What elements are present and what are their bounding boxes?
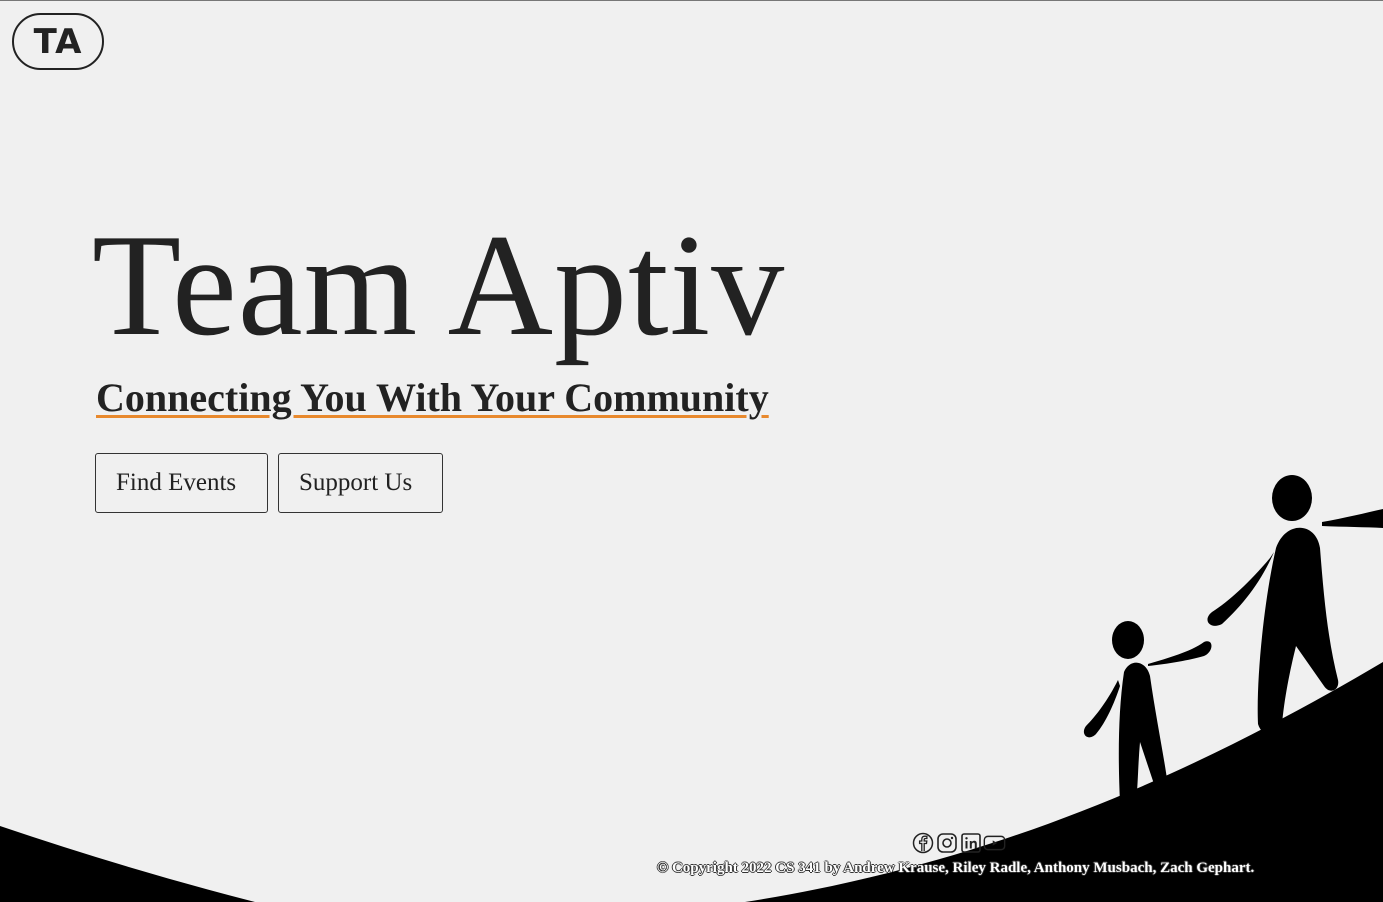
linkedin-icon[interactable] — [959, 831, 982, 854]
facebook-icon[interactable] — [911, 831, 934, 854]
page-title: Team Aptiv — [92, 204, 786, 366]
social-links — [911, 831, 1006, 854]
tagline: Connecting You With Your Community — [96, 375, 769, 420]
logo[interactable]: TA — [12, 13, 104, 70]
top-border — [0, 0, 1383, 1]
find-events-button[interactable]: Find Events — [95, 453, 268, 513]
instagram-icon[interactable] — [935, 831, 958, 854]
child-figure — [1083, 621, 1212, 811]
copyright-text: © Copyright 2022 CS 341 by Andrew Krause… — [657, 860, 1255, 876]
youtube-icon[interactable] — [983, 831, 1006, 854]
adult-figure — [1207, 475, 1383, 735]
support-us-button[interactable]: Support Us — [278, 453, 443, 513]
hill-illustration — [0, 475, 1383, 902]
left-hill-shape — [0, 826, 255, 902]
